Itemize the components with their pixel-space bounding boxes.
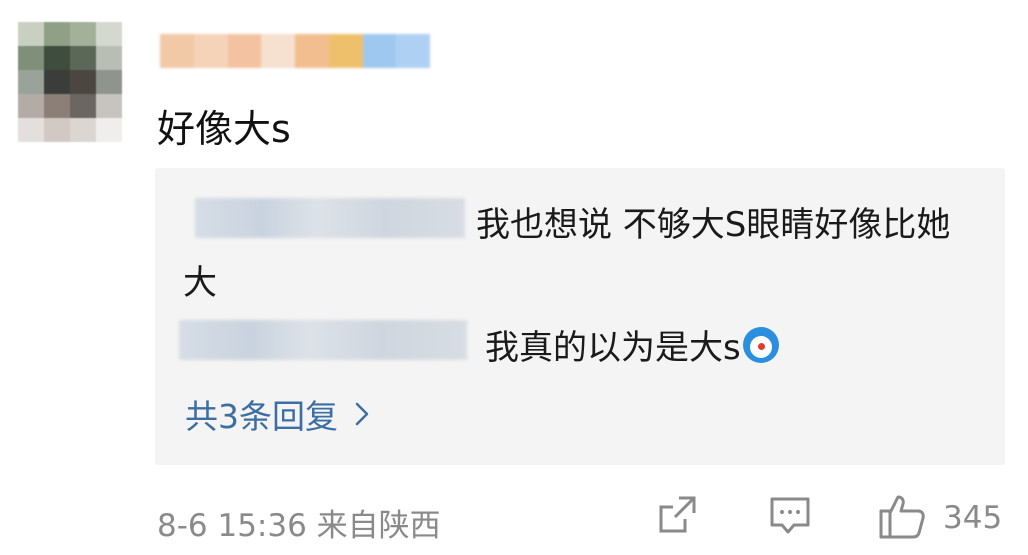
avatar[interactable] [18,22,122,142]
more-replies-label: 共3条回复 [185,397,338,436]
comment-button[interactable] [768,493,812,541]
doraemon-emoji-icon [742,326,779,363]
comment-icon [770,497,810,534]
share-icon [659,496,696,533]
chevron-right-icon [355,402,369,426]
thumbs-up-icon [879,495,925,539]
like-button[interactable] [878,493,928,543]
username-blurred[interactable] [160,34,430,68]
reply-text: 我真的以为是大s [485,328,741,368]
reply-item: 我真的以为是大s [485,320,779,369]
like-count: 345 [943,500,1003,536]
comment-meta: 8-6 15:36 来自陕西 [157,508,441,544]
replies-panel: 我也想说 不够大S眼睛好像比她大 我真的以为是大s 共3条回复 [155,168,1005,465]
comment-text: 好像大s [157,107,291,151]
reply-username-blurred[interactable] [179,320,467,360]
reply-text: 我也想说 不够大S眼睛好像比她大 [183,205,951,303]
more-replies-link[interactable]: 共3条回复 [185,390,370,438]
share-button[interactable] [655,493,699,541]
